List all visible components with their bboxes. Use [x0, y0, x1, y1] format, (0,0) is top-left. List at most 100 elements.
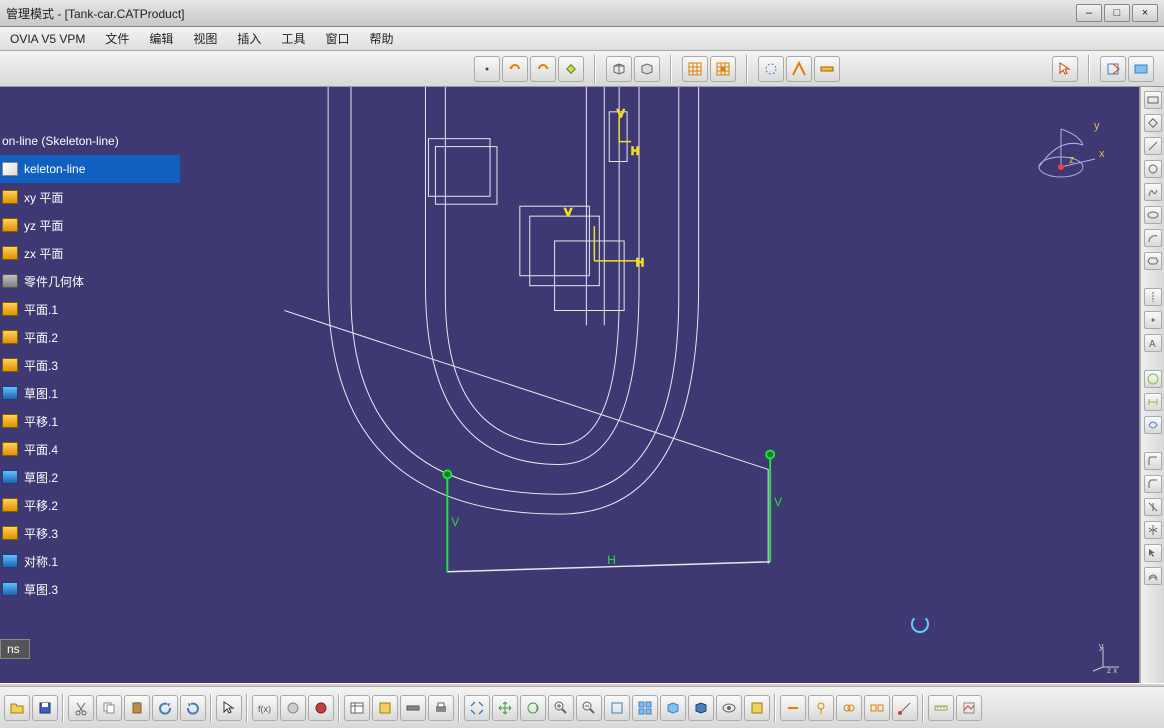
- minimize-button[interactable]: –: [1076, 4, 1102, 22]
- mirror-icon[interactable]: [1144, 521, 1162, 539]
- table-icon[interactable]: [344, 695, 370, 721]
- fog-icon[interactable]: [280, 695, 306, 721]
- profile-diamond-icon[interactable]: [1144, 114, 1162, 132]
- tree-item[interactable]: 平面.2: [0, 323, 180, 351]
- project-icon[interactable]: [786, 56, 812, 82]
- grid-icon[interactable]: [682, 56, 708, 82]
- fix-icon[interactable]: [808, 695, 834, 721]
- menu-insert[interactable]: 插入: [231, 28, 267, 49]
- tree-item[interactable]: 平面.4: [0, 435, 180, 463]
- tree-item[interactable]: zx 平面: [0, 239, 180, 267]
- diamond-icon[interactable]: [558, 56, 584, 82]
- exit-sketch-icon[interactable]: [1100, 56, 1126, 82]
- redo2-icon[interactable]: [180, 695, 206, 721]
- dimension-icon[interactable]: [1144, 393, 1162, 411]
- tree-item[interactable]: yz 平面: [0, 211, 180, 239]
- tree-item[interactable]: 零件几何体: [0, 267, 180, 295]
- menu-view[interactable]: 视图: [187, 28, 223, 49]
- point-icon[interactable]: [474, 56, 500, 82]
- maximize-button[interactable]: □: [1104, 4, 1130, 22]
- profile-rect-icon[interactable]: [1144, 91, 1162, 109]
- contact-icon[interactable]: [864, 695, 890, 721]
- tree-item[interactable]: 对称.1: [0, 547, 180, 575]
- menu-tools[interactable]: 工具: [275, 28, 311, 49]
- cursor-icon[interactable]: [1052, 56, 1078, 82]
- tree-item[interactable]: 平面.3: [0, 351, 180, 379]
- plane-icon: [2, 246, 18, 260]
- undo2-icon[interactable]: [152, 695, 178, 721]
- cube2-icon[interactable]: [634, 56, 660, 82]
- tree-item[interactable]: xy 平面: [0, 183, 180, 211]
- material-icon[interactable]: [308, 695, 334, 721]
- arc-icon[interactable]: [1144, 229, 1162, 247]
- circle-icon[interactable]: [1144, 160, 1162, 178]
- workbench-icon[interactable]: [1128, 56, 1154, 82]
- animate-icon[interactable]: [1144, 416, 1162, 434]
- spline-icon[interactable]: [1144, 183, 1162, 201]
- fit-icon[interactable]: [464, 695, 490, 721]
- text-icon[interactable]: A: [1144, 334, 1162, 352]
- swap-icon[interactable]: [744, 695, 770, 721]
- corner-icon[interactable]: [1144, 452, 1162, 470]
- hexagon-icon[interactable]: [1144, 252, 1162, 270]
- tree-item[interactable]: 平移.2: [0, 491, 180, 519]
- menu-window[interactable]: 窗口: [319, 28, 355, 49]
- menu-edit[interactable]: 编辑: [143, 28, 179, 49]
- measure2-icon[interactable]: [892, 695, 918, 721]
- zoom-in-icon[interactable]: [548, 695, 574, 721]
- iso-view-icon[interactable]: [660, 695, 686, 721]
- multi-view-icon[interactable]: [632, 695, 658, 721]
- viewport-3d[interactable]: on-line (Skeleton-line) keleton-line xy …: [0, 87, 1140, 683]
- tree-selected[interactable]: keleton-line: [0, 155, 180, 183]
- tree-item[interactable]: 平移.1: [0, 407, 180, 435]
- compass[interactable]: y x z: [1029, 117, 1109, 197]
- tree-item[interactable]: 草图.1: [0, 379, 180, 407]
- tree-root[interactable]: on-line (Skeleton-line): [0, 127, 180, 155]
- shading-icon[interactable]: [688, 695, 714, 721]
- part-icon: [2, 274, 18, 288]
- catalog-icon[interactable]: [372, 695, 398, 721]
- select-icon[interactable]: [216, 695, 242, 721]
- formula-icon[interactable]: f(x): [252, 695, 278, 721]
- grid-snap-icon[interactable]: [710, 56, 736, 82]
- constraint2-icon[interactable]: [780, 695, 806, 721]
- zoom-out-icon[interactable]: [576, 695, 602, 721]
- redo-icon[interactable]: [530, 56, 556, 82]
- menu-file[interactable]: 文件: [99, 28, 135, 49]
- close-button[interactable]: ×: [1132, 4, 1158, 22]
- paste-icon[interactable]: [124, 695, 150, 721]
- intersect-icon[interactable]: [814, 56, 840, 82]
- menu-vpm[interactable]: OVIA V5 VPM: [4, 30, 91, 48]
- menu-help[interactable]: 帮助: [363, 28, 399, 49]
- save-icon[interactable]: [32, 695, 58, 721]
- axis-icon[interactable]: [1144, 288, 1162, 306]
- hide-show-icon[interactable]: [716, 695, 742, 721]
- point2-icon[interactable]: [1144, 311, 1162, 329]
- tree-item[interactable]: 平移.3: [0, 519, 180, 547]
- tree-item[interactable]: 草图.2: [0, 463, 180, 491]
- copy-icon[interactable]: [96, 695, 122, 721]
- line-icon[interactable]: [1144, 137, 1162, 155]
- trim-icon[interactable]: [1144, 498, 1162, 516]
- open-icon[interactable]: [4, 695, 30, 721]
- construct-icon[interactable]: [758, 56, 784, 82]
- cut-icon[interactable]: [68, 695, 94, 721]
- chamfer-icon[interactable]: [1144, 475, 1162, 493]
- coincident-icon[interactable]: [836, 695, 862, 721]
- offset-icon[interactable]: [1144, 567, 1162, 585]
- analysis-icon[interactable]: [956, 695, 982, 721]
- cube-icon[interactable]: [606, 56, 632, 82]
- ruler-icon[interactable]: [928, 695, 954, 721]
- plane-icon: [2, 526, 18, 540]
- rotate-icon[interactable]: [520, 695, 546, 721]
- tree-item[interactable]: 草图.3: [0, 575, 180, 603]
- normal-view-icon[interactable]: [604, 695, 630, 721]
- ellipse-icon[interactable]: [1144, 206, 1162, 224]
- cursor2-icon[interactable]: [1144, 544, 1162, 562]
- undo-icon[interactable]: [502, 56, 528, 82]
- print-icon[interactable]: [428, 695, 454, 721]
- measure-icon[interactable]: [400, 695, 426, 721]
- tree-item[interactable]: 平面.1: [0, 295, 180, 323]
- constraint-icon[interactable]: [1144, 370, 1162, 388]
- pan-icon[interactable]: [492, 695, 518, 721]
